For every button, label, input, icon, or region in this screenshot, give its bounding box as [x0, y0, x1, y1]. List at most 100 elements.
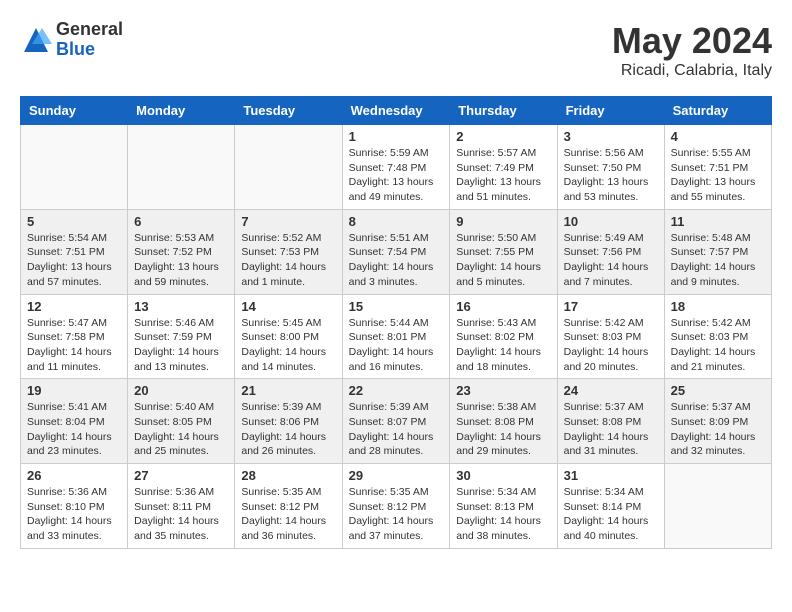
day-info: Sunrise: 5:37 AMSunset: 8:08 PMDaylight:…: [564, 400, 658, 459]
day-number: 6: [134, 214, 228, 229]
day-info: Sunrise: 5:53 AMSunset: 7:52 PMDaylight:…: [134, 231, 228, 290]
calendar-cell: 9Sunrise: 5:50 AMSunset: 7:55 PMDaylight…: [450, 209, 557, 294]
location: Ricadi, Calabria, Italy: [612, 62, 772, 80]
day-info: Sunrise: 5:43 AMSunset: 8:02 PMDaylight:…: [456, 316, 550, 375]
calendar-row: 1 Sunrise: 5:59 AMSunset: 7:48 PMDaylight…: [21, 125, 772, 210]
calendar-cell: 20 Sunrise: 5:40 AMSunset: 8:05 PMDayligh…: [128, 379, 235, 464]
day-info: Sunrise: 5:48 AMSunset: 7:57 PMDaylight:…: [671, 231, 765, 290]
col-header-sunday: Sunday: [21, 97, 128, 125]
logo-text: General Blue: [56, 20, 123, 60]
calendar-cell: 23 Sunrise: 5:38 AMSunset: 8:08 PMDayligh…: [450, 379, 557, 464]
calendar-cell: 5 Sunrise: 5:54 AMSunset: 7:51 PMDaylight…: [21, 209, 128, 294]
day-number: 26: [27, 468, 121, 483]
calendar-cell: 2 Sunrise: 5:57 AMSunset: 7:49 PMDaylight…: [450, 125, 557, 210]
day-number: 23: [456, 383, 550, 398]
col-header-saturday: Saturday: [664, 97, 771, 125]
calendar-cell: 26 Sunrise: 5:36 AMSunset: 8:10 PMDayligh…: [21, 464, 128, 549]
calendar-row: 5 Sunrise: 5:54 AMSunset: 7:51 PMDaylight…: [21, 209, 772, 294]
calendar-cell: 1 Sunrise: 5:59 AMSunset: 7:48 PMDaylight…: [342, 125, 450, 210]
day-number: 17: [564, 299, 658, 314]
day-number: 5: [27, 214, 121, 229]
day-info: Sunrise: 5:47 AMSunset: 7:58 PMDaylight:…: [27, 316, 121, 375]
calendar-cell: 3 Sunrise: 5:56 AMSunset: 7:50 PMDaylight…: [557, 125, 664, 210]
day-info: Sunrise: 5:38 AMSunset: 8:08 PMDaylight:…: [456, 400, 550, 459]
day-number: 27: [134, 468, 228, 483]
calendar-cell: 29Sunrise: 5:35 AMSunset: 8:12 PMDayligh…: [342, 464, 450, 549]
logo-general: General: [56, 20, 123, 40]
day-info: Sunrise: 5:39 AMSunset: 8:06 PMDaylight:…: [241, 400, 335, 459]
calendar-cell: 4 Sunrise: 5:55 AMSunset: 7:51 PMDaylight…: [664, 125, 771, 210]
day-number: 4: [671, 129, 765, 144]
calendar-cell: 24 Sunrise: 5:37 AMSunset: 8:08 PMDayligh…: [557, 379, 664, 464]
day-number: 21: [241, 383, 335, 398]
day-number: 8: [349, 214, 444, 229]
calendar-cell: 25Sunrise: 5:37 AMSunset: 8:09 PMDayligh…: [664, 379, 771, 464]
day-number: 24: [564, 383, 658, 398]
day-info: Sunrise: 5:44 AMSunset: 8:01 PMDaylight:…: [349, 316, 444, 375]
calendar-cell: 12Sunrise: 5:47 AMSunset: 7:58 PMDayligh…: [21, 294, 128, 379]
day-number: 10: [564, 214, 658, 229]
day-info: Sunrise: 5:37 AMSunset: 8:09 PMDaylight:…: [671, 400, 765, 459]
day-number: 13: [134, 299, 228, 314]
calendar-cell: 7 Sunrise: 5:52 AMSunset: 7:53 PMDaylight…: [235, 209, 342, 294]
calendar-cell: 18 Sunrise: 5:42 AMSunset: 8:03 PMDayligh…: [664, 294, 771, 379]
calendar-cell: 19Sunrise: 5:41 AMSunset: 8:04 PMDayligh…: [21, 379, 128, 464]
day-number: 19: [27, 383, 121, 398]
day-info: Sunrise: 5:34 AMSunset: 8:13 PMDaylight:…: [456, 485, 550, 544]
calendar-cell: 13 Sunrise: 5:46 AMSunset: 7:59 PMDayligh…: [128, 294, 235, 379]
day-number: 20: [134, 383, 228, 398]
col-header-wednesday: Wednesday: [342, 97, 450, 125]
day-number: 28: [241, 468, 335, 483]
calendar-cell: [128, 125, 235, 210]
title-section: May 2024 Ricadi, Calabria, Italy: [612, 20, 772, 80]
calendar-cell: 6 Sunrise: 5:53 AMSunset: 7:52 PMDaylight…: [128, 209, 235, 294]
day-info: Sunrise: 5:49 AMSunset: 7:56 PMDaylight:…: [564, 231, 658, 290]
calendar-cell: 11 Sunrise: 5:48 AMSunset: 7:57 PMDayligh…: [664, 209, 771, 294]
col-header-friday: Friday: [557, 97, 664, 125]
day-info: Sunrise: 5:50 AMSunset: 7:55 PMDaylight:…: [456, 231, 550, 290]
day-number: 22: [349, 383, 444, 398]
calendar-cell: 31Sunrise: 5:34 AMSunset: 8:14 PMDayligh…: [557, 464, 664, 549]
day-info: Sunrise: 5:51 AMSunset: 7:54 PMDaylight:…: [349, 231, 444, 290]
calendar-cell: 17 Sunrise: 5:42 AMSunset: 8:03 PMDayligh…: [557, 294, 664, 379]
day-number: 2: [456, 129, 550, 144]
calendar-cell: 10 Sunrise: 5:49 AMSunset: 7:56 PMDayligh…: [557, 209, 664, 294]
day-info: Sunrise: 5:54 AMSunset: 7:51 PMDaylight:…: [27, 231, 121, 290]
calendar-row: 19Sunrise: 5:41 AMSunset: 8:04 PMDayligh…: [21, 379, 772, 464]
day-info: Sunrise: 5:52 AMSunset: 7:53 PMDaylight:…: [241, 231, 335, 290]
calendar-cell: 15Sunrise: 5:44 AMSunset: 8:01 PMDayligh…: [342, 294, 450, 379]
page-header: General Blue May 2024 Ricadi, Calabria, …: [20, 20, 772, 80]
day-info: Sunrise: 5:56 AMSunset: 7:50 PMDaylight:…: [564, 146, 658, 205]
col-header-tuesday: Tuesday: [235, 97, 342, 125]
day-info: Sunrise: 5:55 AMSunset: 7:51 PMDaylight:…: [671, 146, 765, 205]
day-number: 11: [671, 214, 765, 229]
logo-icon: [20, 24, 52, 56]
day-info: Sunrise: 5:59 AMSunset: 7:48 PMDaylight:…: [349, 146, 444, 205]
month-year: May 2024: [612, 20, 772, 62]
header-row: SundayMondayTuesdayWednesdayThursdayFrid…: [21, 97, 772, 125]
day-info: Sunrise: 5:39 AMSunset: 8:07 PMDaylight:…: [349, 400, 444, 459]
calendar-row: 26 Sunrise: 5:36 AMSunset: 8:10 PMDayligh…: [21, 464, 772, 549]
day-info: Sunrise: 5:42 AMSunset: 8:03 PMDaylight:…: [671, 316, 765, 375]
day-info: Sunrise: 5:45 AMSunset: 8:00 PMDaylight:…: [241, 316, 335, 375]
calendar-cell: 30 Sunrise: 5:34 AMSunset: 8:13 PMDayligh…: [450, 464, 557, 549]
day-info: Sunrise: 5:46 AMSunset: 7:59 PMDaylight:…: [134, 316, 228, 375]
calendar-cell: 22 Sunrise: 5:39 AMSunset: 8:07 PMDayligh…: [342, 379, 450, 464]
day-number: 7: [241, 214, 335, 229]
day-number: 30: [456, 468, 550, 483]
calendar-cell: 28 Sunrise: 5:35 AMSunset: 8:12 PMDayligh…: [235, 464, 342, 549]
day-number: 14: [241, 299, 335, 314]
day-number: 1: [349, 129, 444, 144]
day-info: Sunrise: 5:35 AMSunset: 8:12 PMDaylight:…: [241, 485, 335, 544]
day-info: Sunrise: 5:42 AMSunset: 8:03 PMDaylight:…: [564, 316, 658, 375]
day-number: 16: [456, 299, 550, 314]
calendar-cell: 16 Sunrise: 5:43 AMSunset: 8:02 PMDayligh…: [450, 294, 557, 379]
calendar-cell: [21, 125, 128, 210]
day-info: Sunrise: 5:40 AMSunset: 8:05 PMDaylight:…: [134, 400, 228, 459]
day-info: Sunrise: 5:34 AMSunset: 8:14 PMDaylight:…: [564, 485, 658, 544]
day-number: 3: [564, 129, 658, 144]
day-info: Sunrise: 5:57 AMSunset: 7:49 PMDaylight:…: [456, 146, 550, 205]
day-number: 18: [671, 299, 765, 314]
day-info: Sunrise: 5:36 AMSunset: 8:10 PMDaylight:…: [27, 485, 121, 544]
calendar-cell: 8 Sunrise: 5:51 AMSunset: 7:54 PMDaylight…: [342, 209, 450, 294]
